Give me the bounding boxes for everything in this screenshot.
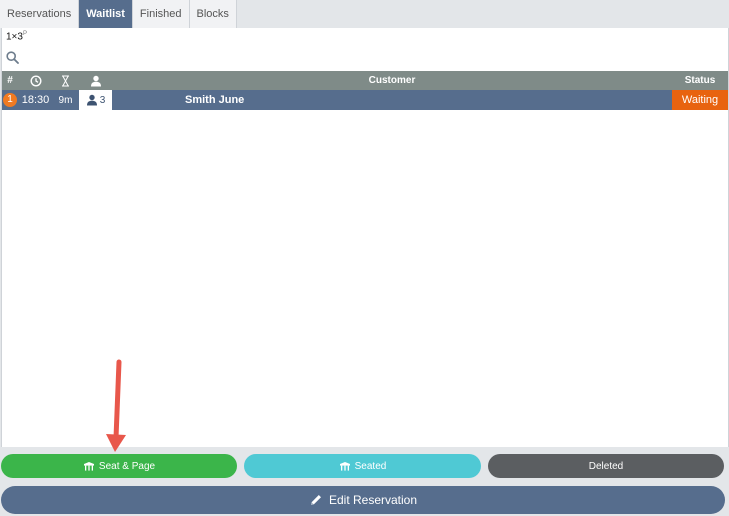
- person-icon: [86, 94, 97, 106]
- header-waited[interactable]: [52, 71, 79, 90]
- header-customer[interactable]: Customer: [112, 71, 672, 90]
- row-time: 18:30: [21, 94, 50, 106]
- party-summary-sup: P: [22, 31, 27, 37]
- row-party-size: 3: [99, 94, 106, 106]
- annotation-arrow: [106, 359, 126, 452]
- table-icon: [83, 462, 94, 471]
- hourglass-icon: [61, 75, 70, 86]
- row-waited: 9m: [58, 94, 73, 106]
- deleted-button[interactable]: Deleted: [488, 454, 724, 478]
- header-time[interactable]: [19, 71, 52, 90]
- status-badge: Waiting: [672, 90, 728, 110]
- pencil-icon: [310, 495, 321, 505]
- edit-reservation-label: Edit Reservation: [328, 493, 418, 507]
- header-number[interactable]: #: [2, 71, 18, 90]
- deleted-label: Deleted: [588, 460, 624, 472]
- search-bar: [2, 47, 728, 69]
- header-party[interactable]: [79, 71, 112, 90]
- search-icon: [6, 51, 19, 64]
- tab-blocks[interactable]: Blocks: [189, 0, 237, 28]
- row-party: 3: [79, 90, 112, 110]
- person-icon: [90, 75, 101, 86]
- tab-reservations[interactable]: Reservations: [0, 0, 80, 28]
- row-number-badge: 1: [3, 93, 17, 107]
- table-icon: [339, 462, 350, 471]
- seat-and-page-label: Seat & Page: [98, 460, 156, 472]
- header-status[interactable]: Status: [672, 71, 728, 90]
- tab-waitlist[interactable]: Waitlist: [79, 0, 133, 28]
- search-input[interactable]: [24, 49, 726, 69]
- clock-icon: [29, 74, 42, 87]
- table-header: # Customer Status: [2, 71, 728, 90]
- edit-reservation-button[interactable]: Edit Reservation: [1, 486, 725, 514]
- row-customer: Smith June: [185, 94, 245, 106]
- seat-and-page-button[interactable]: Seat & Page: [1, 454, 237, 478]
- tab-finished[interactable]: Finished: [132, 0, 190, 28]
- row-number-cell: 1: [2, 90, 18, 110]
- party-summary-text: 1×3: [6, 31, 23, 43]
- table-row[interactable]: 1 18:30 9m 3 Smith June Waiting: [2, 90, 728, 110]
- party-summary: 1×3P: [6, 31, 27, 42]
- seated-label: Seated: [354, 460, 387, 472]
- tab-bar: Reservations Waitlist Finished Blocks: [0, 0, 237, 28]
- seated-button[interactable]: Seated: [244, 454, 481, 478]
